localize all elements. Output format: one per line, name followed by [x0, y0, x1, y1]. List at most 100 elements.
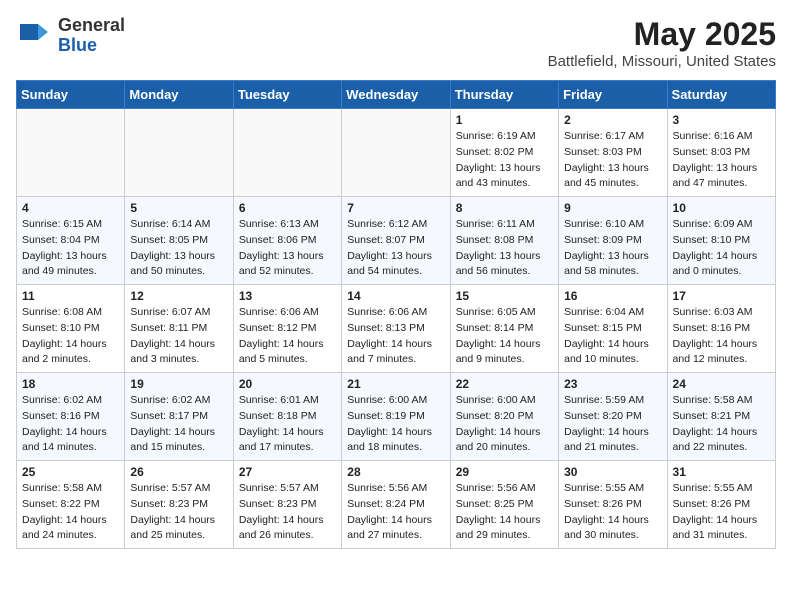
sunset-line: Sunset: 8:14 PM	[456, 321, 553, 337]
day-number: 13	[239, 289, 336, 303]
calendar-cell-w5-d1: 25Sunrise: 5:58 AMSunset: 8:22 PMDayligh…	[17, 461, 125, 549]
sunrise-line: Sunrise: 6:10 AM	[564, 217, 661, 233]
header-tuesday: Tuesday	[233, 81, 341, 109]
day-number: 5	[130, 201, 227, 215]
calendar-cell-w3-d7: 17Sunrise: 6:03 AMSunset: 8:16 PMDayligh…	[667, 285, 775, 373]
sunrise-line: Sunrise: 6:12 AM	[347, 217, 444, 233]
sunset-line: Sunset: 8:21 PM	[673, 409, 770, 425]
week-row-4: 18Sunrise: 6:02 AMSunset: 8:16 PMDayligh…	[17, 373, 776, 461]
daylight-line: Daylight: 14 hours and 29 minutes.	[456, 513, 553, 545]
calendar-cell-w1-d5: 1Sunrise: 6:19 AMSunset: 8:02 PMDaylight…	[450, 109, 558, 197]
calendar-cell-w2-d1: 4Sunrise: 6:15 AMSunset: 8:04 PMDaylight…	[17, 197, 125, 285]
daylight-line: Daylight: 13 hours and 50 minutes.	[130, 249, 227, 281]
sunset-line: Sunset: 8:08 PM	[456, 233, 553, 249]
week-row-1: 1Sunrise: 6:19 AMSunset: 8:02 PMDaylight…	[17, 109, 776, 197]
daylight-line: Daylight: 13 hours and 43 minutes.	[456, 161, 553, 193]
calendar-cell-w2-d5: 8Sunrise: 6:11 AMSunset: 8:08 PMDaylight…	[450, 197, 558, 285]
sunrise-line: Sunrise: 5:59 AM	[564, 393, 661, 409]
sunset-line: Sunset: 8:18 PM	[239, 409, 336, 425]
daylight-line: Daylight: 13 hours and 58 minutes.	[564, 249, 661, 281]
calendar-cell-w2-d2: 5 Sunrise: 6:14 AMSunset: 8:05 PMDaylight…	[125, 197, 233, 285]
day-number: 17	[673, 289, 770, 303]
day-number: 15	[456, 289, 553, 303]
calendar-cell-w3-d6: 16Sunrise: 6:04 AMSunset: 8:15 PMDayligh…	[559, 285, 667, 373]
logo: General Blue	[16, 16, 125, 56]
sunset-line: Sunset: 8:26 PM	[673, 497, 770, 513]
logo-icon	[16, 18, 52, 54]
day-number: 10	[673, 201, 770, 215]
day-number: 16	[564, 289, 661, 303]
calendar-cell-w1-d6: 2Sunrise: 6:17 AMSunset: 8:03 PMDaylight…	[559, 109, 667, 197]
day-number: 28	[347, 465, 444, 479]
day-number: 18	[22, 377, 119, 391]
day-number: 9	[564, 201, 661, 215]
daylight-line: Daylight: 14 hours and 27 minutes.	[347, 513, 444, 545]
sunrise-line: Sunrise: 6:13 AM	[239, 217, 336, 233]
page-header: General Blue May 2025 Battlefield, Misso…	[16, 16, 776, 70]
day-number: 29	[456, 465, 553, 479]
calendar-cell-w4-d1: 18Sunrise: 6:02 AMSunset: 8:16 PMDayligh…	[17, 373, 125, 461]
daylight-line: Daylight: 14 hours and 22 minutes.	[673, 425, 770, 457]
daylight-line: Daylight: 14 hours and 14 minutes.	[22, 425, 119, 457]
sunrise-line: Sunrise: 6:02 AM	[130, 393, 227, 409]
header-friday: Friday	[559, 81, 667, 109]
day-number: 7	[347, 201, 444, 215]
sunrise-line: Sunrise: 5:56 AM	[347, 481, 444, 497]
day-number: 3	[673, 113, 770, 127]
calendar-cell-w4-d6: 23Sunrise: 5:59 AMSunset: 8:20 PMDayligh…	[559, 373, 667, 461]
day-number: 25	[22, 465, 119, 479]
day-number: 31	[673, 465, 770, 479]
daylight-line: Daylight: 14 hours and 2 minutes.	[22, 337, 119, 369]
sunset-line: Sunset: 8:10 PM	[673, 233, 770, 249]
sunset-line: Sunset: 8:02 PM	[456, 145, 553, 161]
sunset-line: Sunset: 8:03 PM	[673, 145, 770, 161]
week-row-5: 25 Sunrise: 5:58 AMSunset: 8:22 PM Dayligh…	[17, 461, 776, 549]
day-number: 4	[22, 201, 119, 215]
calendar-cell-w5-d2: 26Sunrise: 5:57 AMSunset: 8:23 PMDayligh…	[125, 461, 233, 549]
sunrise-line: Sunrise: 5:55 AM	[564, 481, 661, 497]
sunrise-line: Sunrise: 6:07 AM	[130, 305, 227, 321]
calendar-cell-w5-d6: 30Sunrise: 5:55 AMSunset: 8:26 PMDayligh…	[559, 461, 667, 549]
sunrise-line: Sunrise: 5:55 AM	[673, 481, 770, 497]
header-saturday: Saturday	[667, 81, 775, 109]
sunset-line: Sunset: 8:23 PM	[239, 497, 336, 513]
daylight-line: Daylight: 14 hours and 7 minutes.	[347, 337, 444, 369]
sunrise-line: Sunrise: 5:58 AM	[673, 393, 770, 409]
sunrise-line: Sunrise: 6:16 AM	[673, 129, 770, 145]
sunset-line: Sunset: 8:11 PM	[130, 321, 227, 337]
calendar-header-row: SundayMondayTuesdayWednesdayThursdayFrid…	[17, 81, 776, 109]
sunset-line: Sunset: 8:16 PM	[22, 409, 119, 425]
day-number: 2	[564, 113, 661, 127]
sunset-line: Sunset: 8:23 PM	[130, 497, 227, 513]
day-number: 8	[456, 201, 553, 215]
sunrise-line: Sunrise: 5:57 AM	[130, 481, 227, 497]
sunrise-line: Sunrise: 6:15 AM	[22, 217, 119, 233]
daylight-line: Daylight: 14 hours and 3 minutes.	[130, 337, 227, 369]
week-row-3: 11Sunrise: 6:08 AMSunset: 8:10 PMDayligh…	[17, 285, 776, 373]
daylight-line: Daylight: 14 hours and 17 minutes.	[239, 425, 336, 457]
calendar-cell-w3-d1: 11Sunrise: 6:08 AMSunset: 8:10 PMDayligh…	[17, 285, 125, 373]
daylight-line: Daylight: 13 hours and 54 minutes.	[347, 249, 444, 281]
sunset-line: Sunset: 8:06 PM	[239, 233, 336, 249]
day-number: 26	[130, 465, 227, 479]
sunrise-line: Sunrise: 5:58 AM	[22, 481, 119, 497]
calendar-cell-w1-d7: 3Sunrise: 6:16 AMSunset: 8:03 PMDaylight…	[667, 109, 775, 197]
calendar-cell-w4-d5: 22Sunrise: 6:00 AMSunset: 8:20 PMDayligh…	[450, 373, 558, 461]
sunset-line: Sunset: 8:20 PM	[564, 409, 661, 425]
calendar-cell-w1-d2	[125, 109, 233, 197]
sunset-line: Sunset: 8:22 PM	[22, 497, 119, 513]
daylight-line: Daylight: 14 hours and 5 minutes.	[239, 337, 336, 369]
sunset-line: Sunset: 8:05 PM	[130, 233, 227, 249]
calendar-cell-w2-d3: 6Sunrise: 6:13 AMSunset: 8:06 PMDaylight…	[233, 197, 341, 285]
sunrise-line: Sunrise: 6:14 AM	[130, 217, 227, 233]
day-number: 6	[239, 201, 336, 215]
daylight-line: Daylight: 14 hours and 0 minutes.	[673, 249, 770, 281]
daylight-line: Daylight: 14 hours and 12 minutes.	[673, 337, 770, 369]
day-number: 20	[239, 377, 336, 391]
sunset-line: Sunset: 8:04 PM	[22, 233, 119, 249]
daylight-line: Daylight: 14 hours and 9 minutes.	[456, 337, 553, 369]
sunset-line: Sunset: 8:26 PM	[564, 497, 661, 513]
sunrise-line: Sunrise: 6:01 AM	[239, 393, 336, 409]
sunset-line: Sunset: 8:20 PM	[456, 409, 553, 425]
calendar-cell-w2-d4: 7Sunrise: 6:12 AMSunset: 8:07 PMDaylight…	[342, 197, 450, 285]
